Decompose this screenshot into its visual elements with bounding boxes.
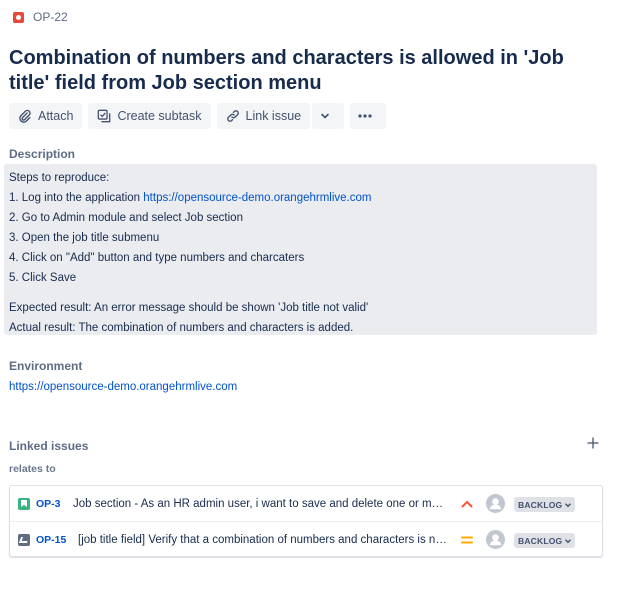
description-step-2: 2. Go to Admin module and select Job sec… <box>9 212 243 224</box>
priority-medium-icon <box>461 536 473 544</box>
add-linked-issue-button[interactable] <box>586 436 600 452</box>
relation-type-label: relates to <box>9 463 56 475</box>
status-label: BACKLOG <box>518 499 563 510</box>
chevron-down-icon <box>565 502 572 507</box>
linked-issue-key[interactable]: OP-3 <box>36 498 61 510</box>
chevron-down-icon <box>565 538 572 543</box>
link-icon <box>226 110 239 122</box>
linked-issue-summary[interactable]: Job section - As an HR admin user, i wan… <box>73 498 447 510</box>
description-expected: Expected result: An error message should… <box>9 302 369 314</box>
bug-icon <box>13 11 24 23</box>
plus-icon <box>587 437 599 449</box>
link-issue-button[interactable]: Link issue <box>216 103 311 129</box>
description-steps-heading: Steps to reproduce: <box>9 172 110 184</box>
link-issue-label: Link issue <box>245 109 302 123</box>
description-actual: Actual result: The combination of number… <box>9 322 354 334</box>
subtask-icon <box>98 109 111 123</box>
more-icon <box>358 114 372 118</box>
assignee-avatar-icon[interactable] <box>486 530 505 549</box>
linked-issues-label: Linked issues <box>9 439 89 453</box>
more-actions-button[interactable] <box>350 103 387 129</box>
issue-title[interactable]: Combination of numbers and characters is… <box>9 46 599 96</box>
linked-issue-summary[interactable]: [job title field] Verify that a combinat… <box>78 534 447 546</box>
issue-key-row[interactable]: OP-22 <box>13 10 68 24</box>
step-1-link[interactable]: https://opensource-demo.orangehrmlive.co… <box>143 192 371 204</box>
attach-label: Attach <box>38 109 74 123</box>
status-dropdown[interactable]: BACKLOG <box>514 497 576 512</box>
step-1-text: 1. Log into the application <box>9 192 144 204</box>
story-icon <box>18 498 30 510</box>
issue-key[interactable]: OP-22 <box>33 10 68 24</box>
paperclip-icon <box>19 109 31 123</box>
status-dropdown[interactable]: BACKLOG <box>514 533 576 548</box>
linked-issue-row[interactable]: OP-3 Job section - As an HR admin user, … <box>10 486 602 521</box>
linked-issue-key[interactable]: OP-15 <box>36 534 66 546</box>
create-subtask-button[interactable]: Create subtask <box>88 103 211 129</box>
status-label: BACKLOG <box>518 535 563 546</box>
description-step-5: 5. Click Save <box>9 272 77 284</box>
priority-high-icon <box>461 500 473 508</box>
linked-issue-row[interactable]: OP-15 [job title field] Verify that a co… <box>10 521 602 557</box>
environment-label: Environment <box>9 359 83 373</box>
issue-toolbar: Attach Create subtask Link issue <box>9 103 387 129</box>
link-issue-dropdown-button[interactable] <box>312 103 345 129</box>
description-step-3: 3. Open the job title submenu <box>9 232 160 244</box>
description-step-4: 4. Click on "Add" button and type number… <box>9 252 305 264</box>
description-field[interactable]: Steps to reproduce: 1. Log into the appl… <box>4 164 597 335</box>
description-label: Description <box>9 147 76 161</box>
attach-button[interactable]: Attach <box>9 103 83 129</box>
chevron-down-icon <box>321 113 329 119</box>
create-subtask-label: Create subtask <box>117 109 202 123</box>
description-step-1: 1. Log into the application https://open… <box>9 188 592 208</box>
linked-issues-list: OP-3 Job section - As an HR admin user, … <box>9 485 603 557</box>
link-issue-split-button: Link issue <box>216 103 345 129</box>
environment-link[interactable]: https://opensource-demo.orangehrmlive.co… <box>9 381 237 393</box>
assignee-avatar-icon[interactable] <box>486 494 505 513</box>
task-icon <box>18 534 30 546</box>
